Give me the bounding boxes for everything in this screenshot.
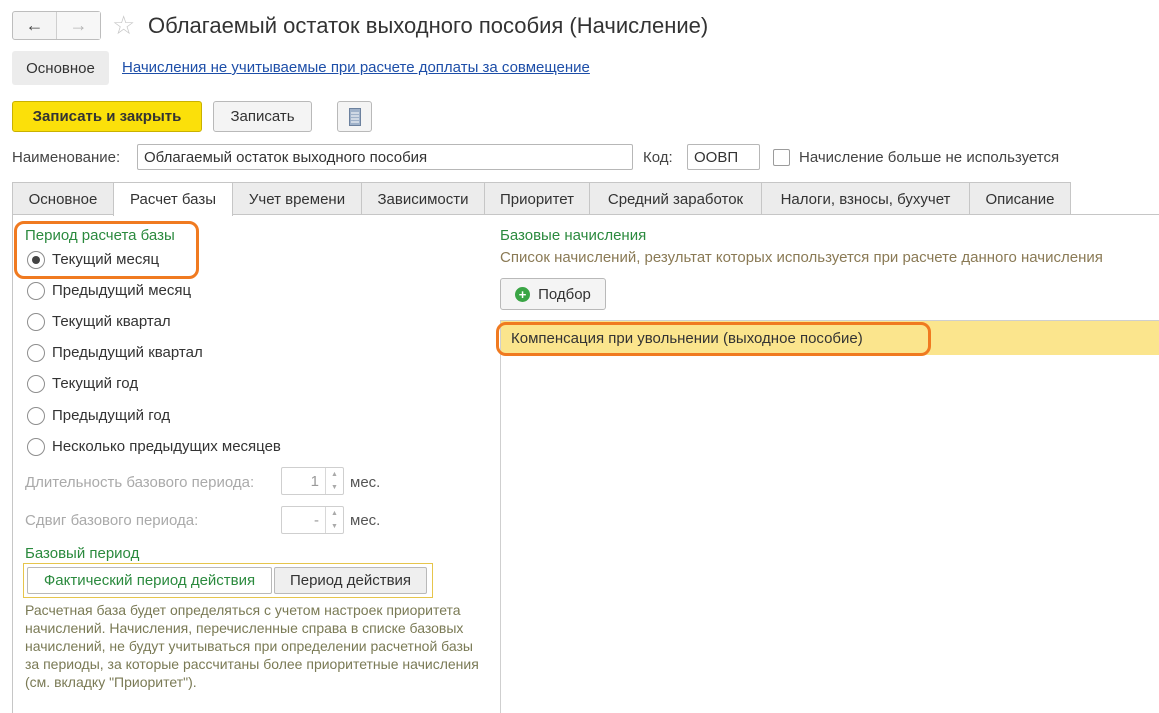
radio-label: Предыдущий квартал	[52, 344, 203, 361]
duration-value: 1	[310, 472, 319, 490]
arrow-up-icon: ▲	[331, 471, 338, 478]
podbor-button[interactable]: + Подбор	[500, 278, 606, 310]
arrow-right-icon: →	[69, 15, 88, 35]
base-accruals-description: Список начислений, результат которых исп…	[500, 249, 1103, 266]
page-title: Облагаемый остаток выходного пособия (На…	[148, 13, 709, 38]
save-button[interactable]: Записать	[213, 101, 312, 132]
shift-stepper[interactable]: - ▲ ▼	[281, 506, 344, 534]
back-button[interactable]: ←	[13, 12, 56, 39]
radio-label: Предыдущий месяц	[52, 282, 192, 299]
radio-dot	[32, 256, 40, 264]
favorite-star-icon[interactable]: ☆	[112, 10, 135, 40]
unused-checkbox[interactable]	[773, 149, 790, 166]
forward-button[interactable]: →	[56, 12, 100, 39]
arrow-left-icon: ←	[25, 15, 44, 35]
code-label: Код:	[643, 149, 673, 166]
nav-buttons: ← →	[12, 11, 101, 40]
arrow-down-icon: ▼	[331, 523, 338, 530]
podbor-label: Подбор	[538, 285, 591, 303]
base-accruals-list	[500, 320, 1159, 713]
tab-priority[interactable]: Приоритет	[484, 182, 590, 215]
stepper-arrows[interactable]: ▲ ▼	[325, 468, 343, 494]
name-label: Наименование:	[12, 149, 121, 166]
radio-previous-month[interactable]	[27, 282, 45, 300]
code-input[interactable]: ООВП	[687, 144, 760, 170]
save-and-close-button[interactable]: Записать и закрыть	[12, 101, 202, 132]
tab-base-calc[interactable]: Расчет базы	[113, 182, 233, 216]
duration-label: Длительность базового периода:	[25, 474, 255, 491]
radio-current-year[interactable]	[27, 375, 45, 393]
radio-label: Текущий квартал	[52, 313, 171, 330]
duration-unit: мес.	[350, 474, 381, 491]
arrow-down-icon: ▼	[331, 484, 338, 491]
shift-label: Сдвиг базового периода:	[25, 512, 199, 529]
seg-period[interactable]: Период действия	[274, 567, 427, 594]
tab-main[interactable]: Основное	[12, 182, 114, 215]
name-input[interactable]: Облагаемый остаток выходного пособия	[137, 144, 633, 170]
subnav-main[interactable]: Основное	[12, 51, 109, 85]
panel-border	[12, 214, 13, 713]
stepper-arrows[interactable]: ▲ ▼	[325, 507, 343, 533]
radio-current-month[interactable]	[27, 251, 45, 269]
tab-dependencies[interactable]: Зависимости	[361, 182, 485, 215]
highlight-item	[496, 322, 931, 356]
radio-label: Предыдущий год	[52, 407, 171, 424]
tab-description[interactable]: Описание	[969, 182, 1071, 215]
duration-stepper[interactable]: 1 ▲ ▼	[281, 467, 344, 495]
radio-previous-year[interactable]	[27, 407, 45, 425]
shift-value: -	[314, 511, 319, 529]
radio-label: Несколько предыдущих месяцев	[52, 438, 281, 455]
radio-label: Текущий месяц	[52, 251, 160, 268]
radio-several-months[interactable]	[27, 438, 45, 456]
radio-previous-quarter[interactable]	[27, 344, 45, 362]
subnav-link[interactable]: Начисления не учитываемые при расчете до…	[122, 59, 590, 76]
document-list-icon	[348, 107, 361, 126]
base-period-description: Расчетная база будет определяться с учет…	[25, 602, 479, 690]
tab-bar: Основное Расчет базы Учет времени Зависи…	[12, 182, 1071, 216]
radio-label: Текущий год	[52, 375, 139, 392]
tab-taxes[interactable]: Налоги, взносы, бухучет	[761, 182, 970, 215]
unused-label: Начисление больше не используется	[799, 149, 1060, 166]
radio-current-quarter[interactable]	[27, 313, 45, 331]
plus-icon: +	[515, 286, 531, 302]
list-left-border	[500, 320, 501, 713]
seg-actual-period[interactable]: Фактический период действия	[27, 567, 272, 594]
tab-time-accounting[interactable]: Учет времени	[232, 182, 362, 215]
period-section-title: Период расчета базы	[25, 227, 175, 244]
report-button[interactable]	[337, 101, 372, 132]
shift-unit: мес.	[350, 512, 381, 529]
base-period-switch: Фактический период действия Период дейст…	[23, 563, 433, 598]
base-accruals-title: Базовые начисления	[500, 227, 647, 244]
tab-average-earnings[interactable]: Средний заработок	[589, 182, 762, 215]
base-period-title: Базовый период	[25, 545, 140, 562]
arrow-up-icon: ▲	[331, 510, 338, 517]
